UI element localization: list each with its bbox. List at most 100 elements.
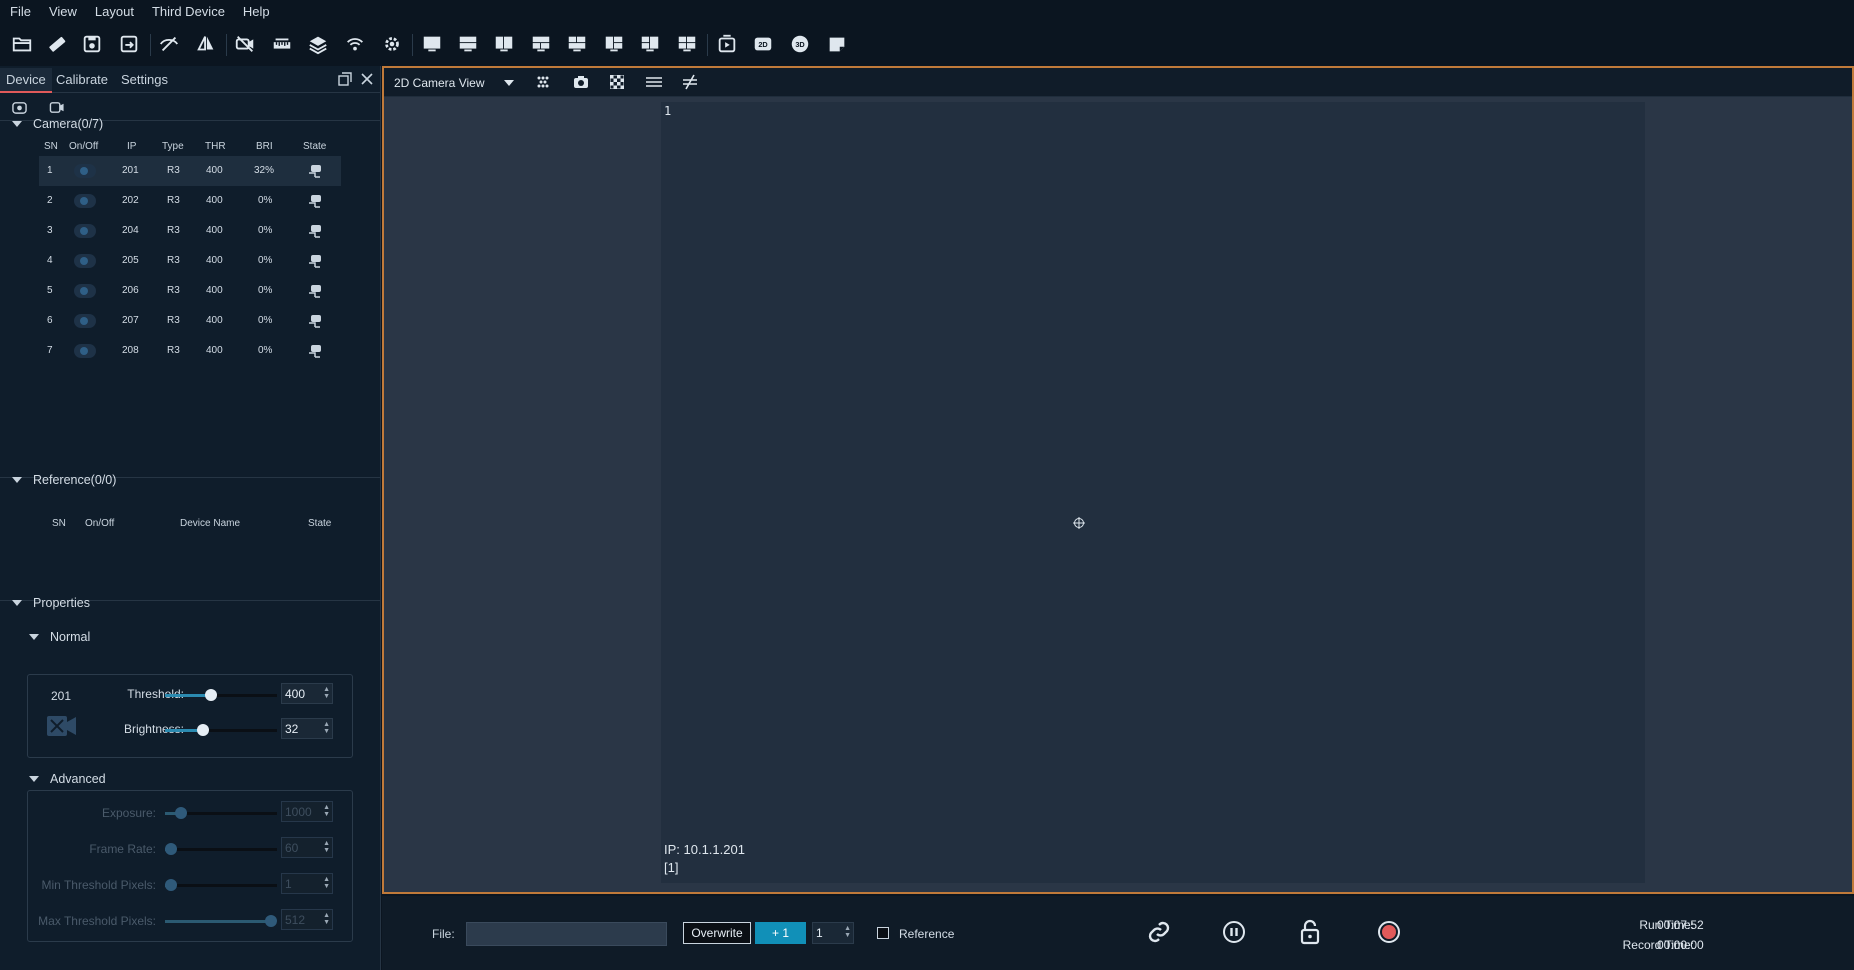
- table-row[interactable]: 1 201 R3 400 32%: [39, 156, 341, 186]
- ref-col-state: State: [308, 518, 332, 529]
- tab-settings[interactable]: Settings: [115, 68, 174, 93]
- frame-rate-spinbox[interactable]: 60 ▲ ▼: [281, 837, 333, 858]
- menu-bar: File View Layout Third Device Help: [0, 0, 1854, 22]
- link-icon[interactable]: [1147, 920, 1171, 944]
- panel-tabs: Device Calibrate Settings: [0, 66, 381, 93]
- mirror-icon[interactable]: [194, 32, 218, 56]
- cell-ip: 205: [122, 255, 139, 266]
- float-panel-icon[interactable]: [338, 72, 352, 86]
- overwrite-button[interactable]: Overwrite: [683, 922, 751, 944]
- cell-bri: 0%: [258, 255, 273, 266]
- settings-icon[interactable]: [380, 32, 404, 56]
- layout-three-c-icon[interactable]: [602, 32, 626, 56]
- menu-help[interactable]: Help: [243, 4, 270, 19]
- increment-button[interactable]: + 1: [755, 922, 806, 944]
- view-toolbar: 2D Camera View: [384, 68, 1852, 97]
- file-input[interactable]: [466, 922, 667, 946]
- cell-type: R3: [167, 165, 180, 176]
- exposure-spinbox[interactable]: 1000 ▲ ▼: [281, 801, 333, 822]
- cell-bri: 0%: [258, 285, 273, 296]
- hide-icon[interactable]: [157, 32, 181, 56]
- table-row[interactable]: 3 204 R3 400 0%: [39, 216, 341, 246]
- view-mode-select[interactable]: 2D Camera View: [394, 76, 484, 90]
- file-label: File:: [432, 927, 455, 941]
- layout-three-d-icon[interactable]: [638, 32, 662, 56]
- reference-checkbox[interactable]: [877, 927, 889, 939]
- camera-off-icon[interactable]: [233, 32, 257, 56]
- table-row[interactable]: 4 205 R3 400 0%: [39, 246, 341, 276]
- col-type: Type: [162, 141, 184, 152]
- camera-section-title: Camera(0/7): [33, 117, 104, 131]
- advanced-section-header[interactable]: Advanced: [0, 768, 381, 790]
- save-as-icon[interactable]: [117, 32, 141, 56]
- reference-section-header[interactable]: Reference(0/0): [0, 469, 381, 491]
- toolbar: 2D 3D: [0, 22, 1854, 66]
- view-2d-icon[interactable]: 2D: [751, 32, 775, 56]
- calibration-ruler-icon[interactable]: [270, 32, 294, 56]
- layers-icon[interactable]: [306, 32, 330, 56]
- max-threshold-spinbox[interactable]: 512 ▲ ▼: [281, 909, 333, 930]
- table-row[interactable]: 6 207 R3 400 0%: [39, 306, 341, 336]
- wireless-icon[interactable]: [343, 32, 367, 56]
- menu-third-device[interactable]: Third Device: [152, 4, 225, 19]
- note-icon[interactable]: [825, 32, 849, 56]
- camera-toggle[interactable]: [74, 194, 96, 208]
- menu-file[interactable]: File: [10, 4, 31, 19]
- tab-device[interactable]: Device: [0, 68, 52, 93]
- layout-four-icon[interactable]: [675, 32, 699, 56]
- camera-toggle[interactable]: [74, 224, 96, 238]
- menu-view[interactable]: View: [49, 4, 77, 19]
- max-threshold-slider[interactable]: [165, 915, 277, 927]
- frame-rate-slider[interactable]: [165, 843, 277, 855]
- view-3d-icon[interactable]: 3D: [788, 32, 812, 56]
- table-row[interactable]: 5 206 R3 400 0%: [39, 276, 341, 306]
- counter-spinbox[interactable]: 1 ▲ ▼: [812, 922, 854, 944]
- layout-three-b-icon[interactable]: [565, 32, 589, 56]
- lines-icon[interactable]: [646, 76, 662, 88]
- checkerboard-icon[interactable]: [610, 75, 624, 89]
- not-equal-icon[interactable]: [682, 74, 698, 90]
- reference-label: Reference: [899, 927, 955, 941]
- exposure-slider[interactable]: [165, 807, 277, 819]
- playback-icon[interactable]: [715, 32, 739, 56]
- open-folder-icon[interactable]: [10, 32, 34, 56]
- snapshot-icon[interactable]: [573, 75, 589, 89]
- camera-section-header[interactable]: Camera(0/7): [0, 113, 381, 135]
- tab-calibrate[interactable]: Calibrate: [50, 68, 114, 93]
- menu-layout[interactable]: Layout: [95, 4, 134, 19]
- layout-single-icon[interactable]: [420, 32, 444, 56]
- unlock-icon[interactable]: [1299, 919, 1321, 945]
- dropdown-arrow-icon[interactable]: [504, 80, 514, 86]
- record-icon[interactable]: [1377, 920, 1401, 944]
- ref-col-device-name: Device Name: [180, 518, 241, 529]
- ruler-icon[interactable]: [45, 32, 69, 56]
- camera-toggle[interactable]: [74, 344, 96, 358]
- properties-section-header[interactable]: Properties: [0, 592, 381, 614]
- camera-index-text: [1]: [664, 860, 679, 875]
- camera-toggle[interactable]: [74, 314, 96, 328]
- camera-toggle[interactable]: [74, 284, 96, 298]
- camera-icon: [47, 716, 76, 736]
- camera-toggle[interactable]: [74, 164, 96, 178]
- threshold-slider[interactable]: [165, 689, 277, 701]
- threshold-spinbox[interactable]: 400 ▲ ▼: [281, 683, 333, 704]
- layout-two-cols-icon[interactable]: [492, 32, 516, 56]
- pause-icon[interactable]: [1222, 920, 1246, 944]
- camera-state-icon: [309, 285, 321, 298]
- properties-section-title: Properties: [33, 596, 90, 610]
- normal-section-header[interactable]: Normal: [0, 626, 381, 648]
- markers-icon[interactable]: [536, 75, 550, 89]
- camera-toggle[interactable]: [74, 254, 96, 268]
- layout-two-rows-icon[interactable]: [456, 32, 480, 56]
- brightness-spinbox[interactable]: 32 ▲ ▼: [281, 718, 333, 739]
- close-panel-icon[interactable]: [360, 72, 374, 86]
- brightness-slider[interactable]: [165, 724, 277, 736]
- cell-thr: 400: [206, 285, 223, 296]
- min-threshold-spinbox[interactable]: 1 ▲ ▼: [281, 873, 333, 894]
- save-icon[interactable]: [80, 32, 104, 56]
- camera-canvas[interactable]: 1 IP: 10.1.1.201 [1]: [661, 102, 1645, 883]
- table-row[interactable]: 2 202 R3 400 0%: [39, 186, 341, 216]
- layout-three-a-icon[interactable]: [529, 32, 553, 56]
- min-threshold-slider[interactable]: [165, 879, 277, 891]
- table-row[interactable]: 7 208 R3 400 0%: [39, 336, 341, 366]
